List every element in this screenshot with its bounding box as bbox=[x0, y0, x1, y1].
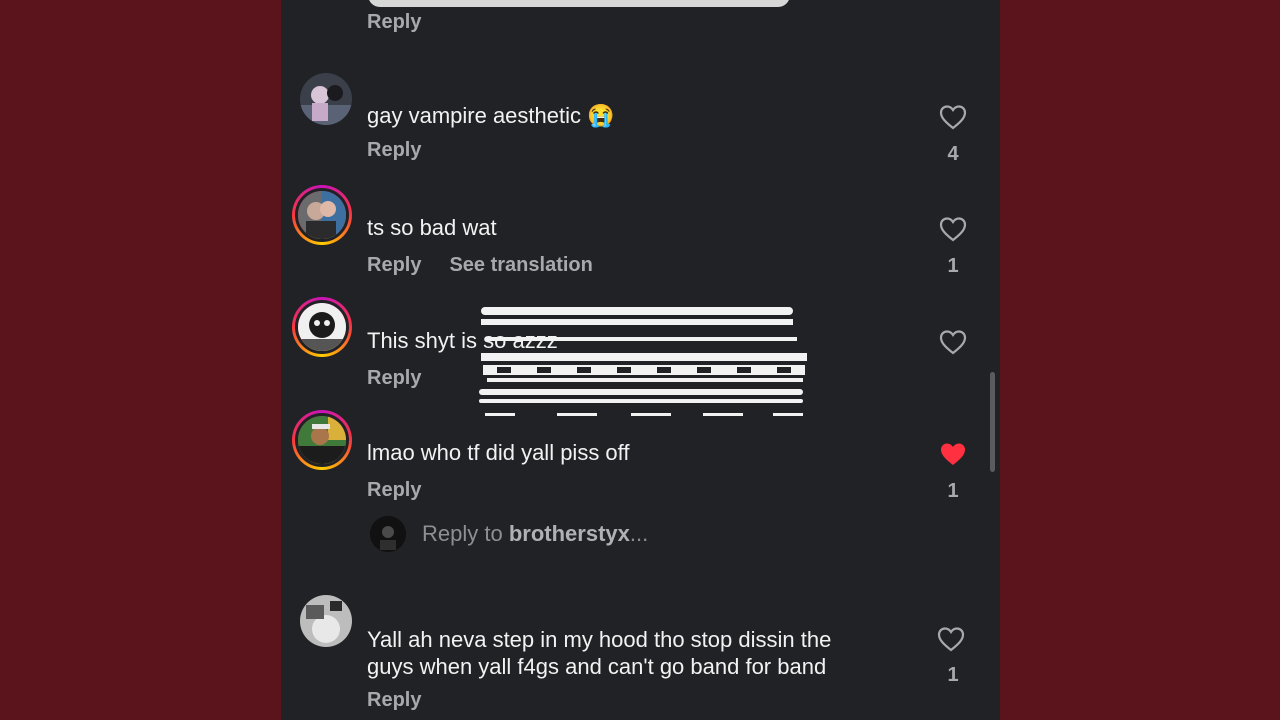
avatar[interactable] bbox=[300, 595, 352, 647]
reply-input[interactable]: Reply to brotherstyx... bbox=[370, 516, 648, 552]
reply-button[interactable]: Reply bbox=[367, 367, 421, 390]
heart-icon[interactable] bbox=[937, 626, 965, 652]
like-count: 1 bbox=[947, 255, 959, 277]
comment-text: ts so bad wat bbox=[367, 215, 497, 240]
reply-username: brotherstyx bbox=[508, 521, 630, 546]
heart-icon[interactable] bbox=[939, 329, 967, 355]
parental-advisory-sticker bbox=[479, 307, 807, 416]
heart-icon[interactable] bbox=[939, 104, 967, 130]
see-translation-button[interactable]: See translation bbox=[449, 254, 592, 277]
reply-button[interactable]: Reply bbox=[367, 139, 421, 162]
reply-button[interactable]: Reply bbox=[367, 254, 421, 277]
heart-filled-icon[interactable] bbox=[939, 441, 967, 467]
comment-text-line: Yall ah neva step in my hood tho stop di… bbox=[367, 627, 832, 652]
avatar[interactable] bbox=[292, 297, 352, 357]
reply-placeholder: Reply to brotherstyx... bbox=[422, 521, 649, 546]
comment-text: Yall ah neva step in my hood tho stop di… bbox=[367, 626, 831, 680]
comment-text-line: guys when yall f4gs and can't go band fo… bbox=[367, 654, 827, 679]
like-count: 1 bbox=[947, 664, 959, 686]
reply-button[interactable]: Reply bbox=[367, 11, 421, 34]
comments-panel: Reply gay vampire aesthetic 😭 Reply 4 ts… bbox=[281, 0, 1000, 720]
avatar[interactable] bbox=[292, 410, 352, 470]
reply-button[interactable]: Reply bbox=[367, 479, 421, 502]
image-attachment[interactable] bbox=[368, 0, 790, 7]
comment-text: lmao who tf did yall piss off bbox=[367, 440, 630, 465]
avatar[interactable] bbox=[300, 73, 352, 125]
like-count: 1 bbox=[947, 480, 959, 502]
heart-icon[interactable] bbox=[939, 216, 967, 242]
reply-button[interactable]: Reply bbox=[367, 689, 421, 712]
like-count: 4 bbox=[947, 143, 959, 165]
avatar[interactable] bbox=[292, 185, 352, 245]
comment-text: gay vampire aesthetic 😭 bbox=[367, 103, 615, 128]
current-user-avatar bbox=[370, 516, 406, 552]
scrollbar[interactable] bbox=[990, 372, 995, 472]
